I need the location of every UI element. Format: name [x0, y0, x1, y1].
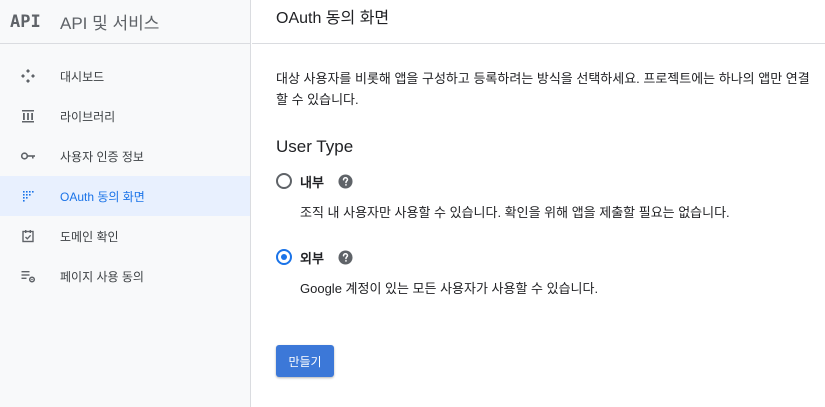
brand-title[interactable]: API 및 서비스 — [60, 9, 159, 34]
api-logo: API — [10, 11, 41, 32]
user-type-option-internal: 내부 조직 내 사용자만 사용할 수 있습니다. 확인을 위해 앱을 제출할 필… — [276, 171, 811, 221]
sidebar-item-label: 라이브러리 — [60, 109, 116, 124]
page-content: 대상 사용자를 비롯해 앱을 구성하고 등록하려는 방식을 선택하세요. 프로젝… — [252, 68, 825, 377]
external-radio[interactable] — [276, 249, 292, 265]
oauth-consent-icon — [18, 186, 38, 206]
help-icon[interactable] — [338, 173, 353, 189]
sidebar-item-label: 도메인 확인 — [60, 229, 119, 244]
sidebar-item-dashboard[interactable]: 대시보드 — [0, 56, 250, 96]
sidebar-item-page-usage[interactable]: 페이지 사용 동의 — [0, 256, 250, 296]
internal-label[interactable]: 내부 — [300, 172, 324, 191]
domain-check-icon — [18, 226, 38, 246]
dashboard-icon — [18, 66, 38, 86]
page-header: OAuth 동의 화면 — [252, 0, 825, 44]
sidebar-item-label: OAuth 동의 화면 — [60, 189, 145, 204]
page-description: 대상 사용자를 비롯해 앱을 구성하고 등록하려는 방식을 선택하세요. 프로젝… — [276, 71, 810, 107]
sidebar-item-credentials[interactable]: 사용자 인증 정보 — [0, 136, 250, 176]
user-type-option-external: 외부 Google 계정이 있는 모든 사용자가 사용할 수 있습니다. — [276, 247, 811, 297]
sidebar-item-domain-verification[interactable]: 도메인 확인 — [0, 216, 250, 256]
page-title: OAuth 동의 화면 — [276, 9, 390, 27]
sidebar: API API 및 서비스 대시보드 라이브러리 사용자 인증 정보 OAuth… — [0, 0, 251, 407]
external-description: Google 계정이 있는 모든 사용자가 사용할 수 있습니다. — [300, 281, 599, 296]
sidebar-item-label: 대시보드 — [60, 69, 105, 84]
internal-radio[interactable] — [276, 173, 292, 189]
internal-description: 조직 내 사용자만 사용할 수 있습니다. 확인을 위해 앱을 제출할 필요는 … — [300, 205, 730, 220]
sidebar-item-label: 사용자 인증 정보 — [60, 149, 144, 164]
sidebar-item-library[interactable]: 라이브러리 — [0, 96, 250, 136]
create-button[interactable]: 만들기 — [276, 345, 334, 377]
brand-header: API API 및 서비스 — [0, 0, 250, 44]
external-label[interactable]: 외부 — [300, 248, 324, 267]
library-icon — [18, 106, 38, 126]
key-icon — [18, 146, 38, 166]
user-type-title: User Type — [276, 137, 354, 156]
help-icon[interactable] — [338, 249, 353, 265]
sidebar-nav: 대시보드 라이브러리 사용자 인증 정보 OAuth 동의 화면 도메인 확인 … — [0, 44, 250, 296]
main-panel: OAuth 동의 화면 대상 사용자를 비롯해 앱을 구성하고 등록하려는 방식… — [252, 0, 825, 407]
page-usage-settings-icon — [18, 266, 38, 286]
sidebar-item-oauth-consent[interactable]: OAuth 동의 화면 — [0, 176, 250, 216]
sidebar-item-label: 페이지 사용 동의 — [60, 269, 144, 284]
